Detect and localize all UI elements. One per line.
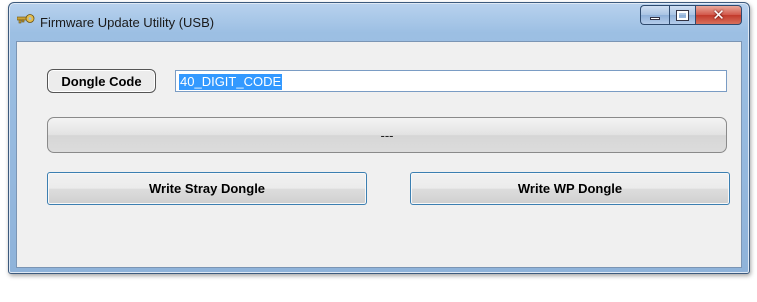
write-stray-dongle-button[interactable]: Write Stray Dongle [47,172,367,205]
close-icon: ✕ [712,5,725,24]
minimize-icon [650,16,660,20]
status-text: --- [380,127,394,143]
close-button[interactable]: ✕ [696,5,742,25]
app-window: Firmware Update Utility (USB) ✕ Dongle C… [8,2,750,274]
key-icon [17,14,35,24]
window-title: Firmware Update Utility (USB) [40,15,215,30]
dongle-code-input[interactable]: 40_DIGIT_CODE [175,70,727,92]
maximize-button[interactable] [669,5,696,25]
title-bar[interactable]: Firmware Update Utility (USB) ✕ [9,3,749,43]
caption-buttons: ✕ [640,5,742,27]
client-area: Dongle Code 40_DIGIT_CODE --- Write Stra… [16,41,742,268]
write-wp-dongle-button[interactable]: Write WP Dongle [410,172,730,205]
status-bar: --- [47,117,727,153]
dongle-code-value: 40_DIGIT_CODE [179,74,283,90]
maximize-icon [676,9,689,21]
dongle-code-label: Dongle Code [47,69,156,93]
minimize-button[interactable] [640,5,669,25]
